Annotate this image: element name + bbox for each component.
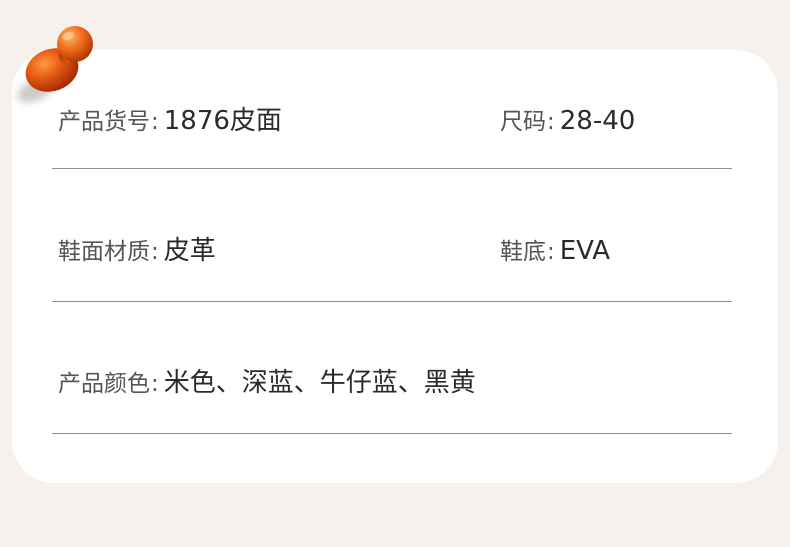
upper-material-field: 鞋面材质: 皮革 — [58, 238, 216, 264]
separator: : — [547, 239, 555, 265]
item-number-value: 1876皮面 — [163, 106, 282, 136]
sole-value: EVA — [559, 236, 611, 266]
upper-material-value: 皮革 — [163, 236, 216, 266]
item-number-field: 产品货号: 1876皮面 — [58, 108, 282, 134]
sole-label: 鞋底 — [500, 239, 546, 265]
colors-label: 产品颜色 — [58, 371, 150, 397]
separator: : — [151, 109, 159, 135]
size-value: 28-40 — [559, 106, 636, 136]
separator: : — [151, 371, 159, 397]
size-label: 尺码 — [500, 109, 546, 135]
item-number-label: 产品货号 — [58, 109, 150, 135]
info-row: 产品货号: 1876皮面 尺码: 28-40 — [52, 108, 732, 169]
info-row: 产品颜色: 米色、深蓝、牛仔蓝、黑黄 — [52, 370, 732, 434]
separator: : — [547, 109, 555, 135]
info-row: 鞋面材质: 皮革 鞋底: EVA — [52, 238, 732, 302]
push-pin-icon — [17, 26, 93, 103]
colors-value: 米色、深蓝、牛仔蓝、黑黄 — [163, 368, 476, 398]
separator: : — [151, 239, 159, 265]
upper-material-label: 鞋面材质 — [58, 239, 150, 265]
sole-field: 鞋底: EVA — [500, 238, 610, 264]
size-field: 尺码: 28-40 — [500, 108, 635, 134]
colors-field: 产品颜色: 米色、深蓝、牛仔蓝、黑黄 — [58, 370, 476, 396]
